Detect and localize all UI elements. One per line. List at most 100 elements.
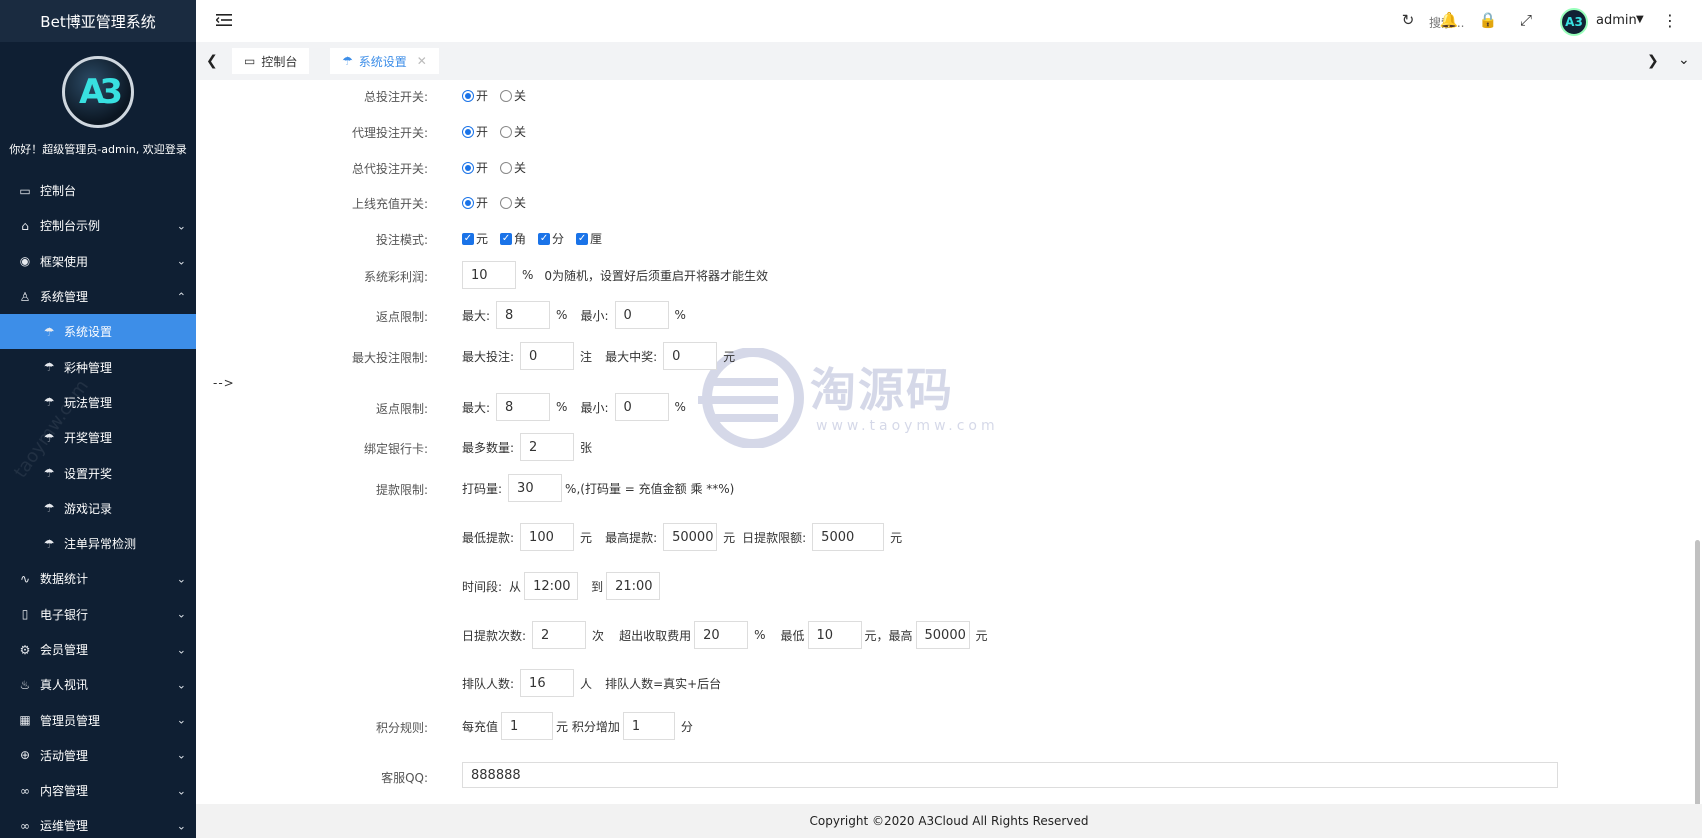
sidebar-item-game-records[interactable]: ☂ 游戏记录 [0,491,196,526]
rebate-max-input[interactable]: 8 [496,301,551,329]
sidebar-item-label: 系统管理 [40,290,89,305]
points-controls: 每充值 1 元 积分增加 1 分 [462,712,696,740]
bank-card-count-label: 最多数量: [462,440,515,455]
bank-card-count-input[interactable]: 2 [520,433,575,461]
sidebar-item-lottery-types[interactable]: ☂ 彩种管理 [0,349,196,384]
online-recharge-off-radio[interactable]: 关 [500,194,526,211]
sidebar-item-content[interactable]: ∞ 内容管理 ⌄ [0,773,196,808]
sidebar-item-label: 管理员管理 [40,713,101,728]
code-input[interactable]: 30 [508,474,563,502]
sidebar-item-statistics[interactable]: ∿ 数据统计 ⌄ [0,561,196,596]
time-from-input[interactable]: 12:00 [524,572,579,600]
radio-checked-icon[interactable] [462,196,474,209]
bet-mode-yuan-checkbox[interactable]: ✓ 元 [462,230,488,247]
queue-unit: 人 [580,676,593,691]
lock-icon[interactable]: 🔒 [1479,11,1498,29]
queue-input[interactable]: 16 [520,669,575,697]
tab-system-settings[interactable]: ☂ 系统设置 ✕ [330,48,439,74]
monitor-icon: ▭ [19,183,31,198]
brand-title: Bet博亚管理系统 [0,0,196,42]
row-points: 积分规则: 每充值 1 元 积分增加 1 分 [196,711,1702,741]
bet-mode-jiao-checkbox[interactable]: ✓ 角 [500,230,526,247]
tab-prev-icon[interactable]: ❮ [206,53,218,69]
close-icon[interactable]: ✕ [417,54,427,68]
row-max-bet: 最大投注限制: 最大投注: 0 注 最大中奖: 0 元 [196,341,1702,371]
check-icon[interactable]: ✓ [462,232,474,245]
menu-toggle-icon[interactable] [216,12,232,28]
rebate-max-input[interactable]: 8 [496,393,551,421]
withdraw-amount-controls: 最低提款: 100 元 最高提款: 50000 元 日提款限额: 5000 元 [462,523,905,551]
tab-dashboard[interactable]: ▭ 控制台 [232,48,310,74]
sidebar-item-bet-anomaly[interactable]: ☂ 注单异常检测 [0,526,196,561]
time-to-input[interactable]: 21:00 [606,572,661,600]
rebate-max-unit: % [556,400,568,414]
refresh-icon[interactable]: ↻ [1399,11,1417,29]
profit-input[interactable]: 10 [462,261,516,289]
user-name[interactable]: admin [1596,13,1637,28]
rebate-min-input[interactable]: 0 [614,393,669,421]
general-agent-bet-off-radio[interactable]: 关 [500,159,526,176]
radio-checked-icon[interactable] [462,125,474,138]
general-agent-bet-on-radio[interactable]: 开 [462,159,488,176]
radio-icon[interactable] [500,196,513,209]
min-withdraw-input[interactable]: 100 [520,523,575,551]
fullscreen-icon[interactable]: ⤢ [1517,11,1535,29]
sidebar-item-live-video[interactable]: ♨ 真人视讯 ⌄ [0,667,196,702]
points-add-input[interactable]: 1 [622,712,675,740]
sidebar-item-system-settings[interactable]: ☂ 系统设置 [0,314,196,350]
sidebar-item-play-types[interactable]: ☂ 玩法管理 [0,385,196,420]
qq-input[interactable]: 888888 [462,762,1558,788]
check-icon[interactable]: ✓ [576,232,589,245]
radio-icon[interactable] [500,125,513,138]
chevron-down-icon: ⌄ [176,713,186,727]
sidebar-item-ebank[interactable]: ▯ 电子银行 ⌄ [0,597,196,632]
max-bet-count-label: 最大投注: [462,349,515,364]
rebate-min-input[interactable]: 0 [614,301,669,329]
chevron-down-icon[interactable]: ⌄ [1678,52,1690,68]
min-withdraw-label: 最低提款: [462,530,515,545]
umbrella-icon: ☂ [43,536,55,551]
sidebar-item-framework[interactable]: ◉ 框架使用 ⌄ [0,244,196,279]
sidebar-item-system[interactable]: ♙ 系统管理 ⌃ [0,279,196,314]
radio-checked-icon[interactable] [462,89,474,102]
total-bet-label: 总投注开关: [363,90,428,104]
sidebar-item-label: 运维管理 [40,819,89,834]
total-bet-off-radio[interactable]: 关 [500,87,526,104]
fee-min-input[interactable]: 10 [807,621,862,649]
scrollbar[interactable] [1695,540,1700,804]
daily-times-input[interactable]: 2 [532,621,587,649]
sidebar-item-dashboard[interactable]: ▭ 控制台 [0,173,196,208]
points-per-input[interactable]: 1 [501,712,554,740]
radio-icon[interactable] [500,89,513,102]
daily-limit-unit: 元 [890,530,903,545]
radio-icon[interactable] [500,161,513,174]
fee-input[interactable]: 20 [694,621,749,649]
check-icon[interactable]: ✓ [500,232,513,245]
max-bet-count-input[interactable]: 0 [520,342,575,370]
daily-limit-input[interactable]: 5000 [812,523,885,551]
total-bet-on-radio[interactable]: 开 [462,87,488,104]
online-recharge-on-radio[interactable]: 开 [462,194,488,211]
bet-mode-fen-checkbox[interactable]: ✓ 分 [538,230,564,247]
check-icon[interactable]: ✓ [538,232,551,245]
more-vertical-icon[interactable]: ⋮ [1662,11,1678,30]
sidebar-item-ops[interactable]: ∞ 运维管理 ⌄ [0,808,196,838]
tab-next-icon[interactable]: ❯ [1647,53,1659,69]
agent-bet-on-radio[interactable]: 开 [462,123,488,140]
caret-down-icon[interactable]: ▼ [1636,14,1644,25]
bet-mode-li-checkbox[interactable]: ✓ 厘 [576,230,602,247]
sidebar-item-label: 控制台示例 [40,219,101,234]
points-label: 积分规则: [375,721,428,735]
avatar[interactable]: A3 [1560,8,1588,36]
sidebar-item-admins[interactable]: ▦ 管理员管理 ⌄ [0,702,196,737]
max-withdraw-input[interactable]: 50000 [663,523,718,551]
radio-checked-icon[interactable] [462,161,474,174]
agent-bet-off-radio[interactable]: 关 [500,123,526,140]
sidebar-item-members[interactable]: ⚙ 会员管理 ⌄ [0,632,196,667]
max-win-input[interactable]: 0 [663,342,718,370]
sidebar-item-dashboard-demo[interactable]: ⌂ 控制台示例 ⌄ [0,208,196,243]
chevron-down-icon: ⌄ [176,678,186,692]
fee-max-input[interactable]: 50000 [915,621,970,649]
bell-icon[interactable]: 🔔 [1440,11,1459,29]
sidebar-item-activities[interactable]: ⊕ 活动管理 ⌄ [0,738,196,773]
